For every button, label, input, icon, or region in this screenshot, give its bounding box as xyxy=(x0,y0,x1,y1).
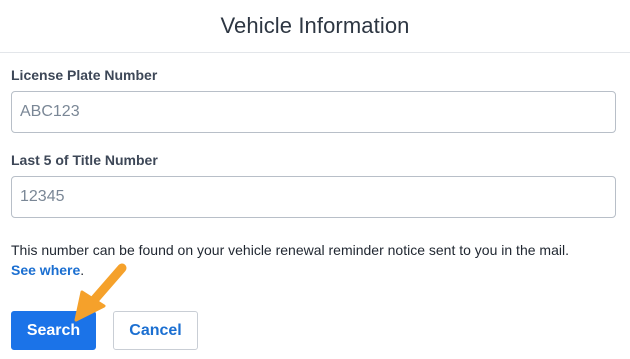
title-number-label: Last 5 of Title Number xyxy=(11,152,158,168)
search-button[interactable]: Search xyxy=(11,311,96,350)
help-text-period: . xyxy=(80,262,85,278)
title-number-input[interactable] xyxy=(11,176,616,218)
page-title: Vehicle Information xyxy=(220,13,410,38)
help-text-body: This number can be found on your vehicle… xyxy=(11,242,569,258)
help-text: This number can be found on your vehicle… xyxy=(11,240,623,280)
license-plate-input[interactable] xyxy=(11,91,616,133)
see-where-link[interactable]: See where xyxy=(11,262,80,278)
modal-header: Vehicle Information xyxy=(0,0,630,53)
cancel-button[interactable]: Cancel xyxy=(113,311,198,350)
license-plate-label: License Plate Number xyxy=(11,67,158,83)
